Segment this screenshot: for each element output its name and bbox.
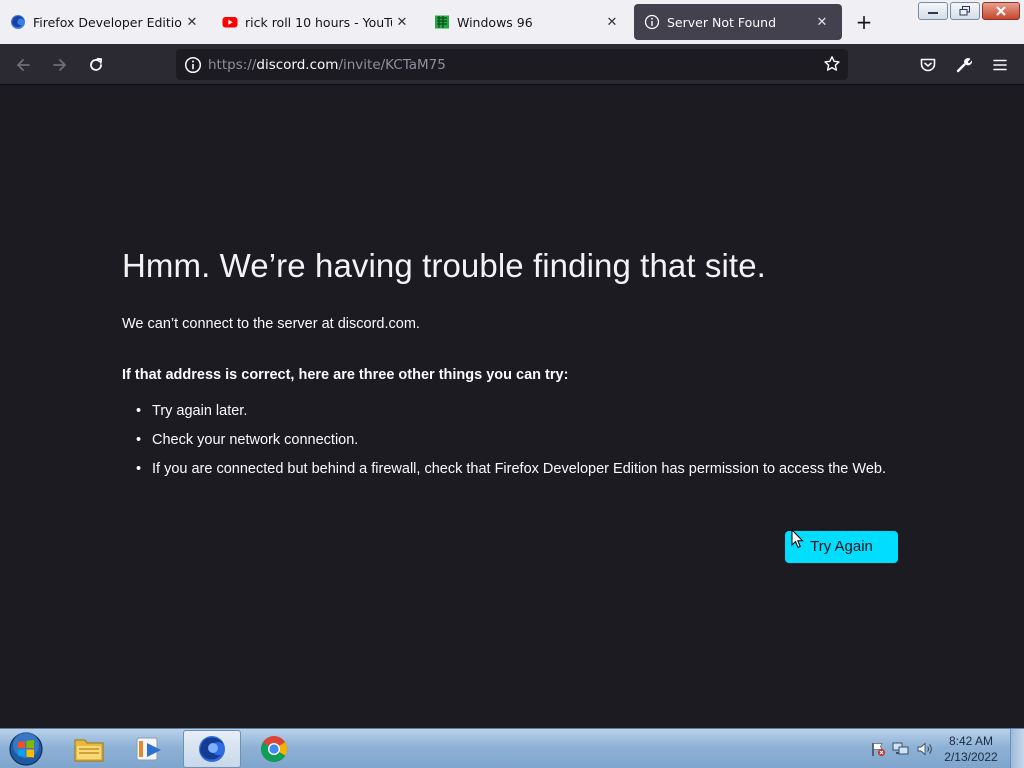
close-icon: [996, 6, 1006, 16]
arrow-right-icon: [53, 59, 66, 71]
forward-button[interactable]: [47, 52, 73, 78]
error-page: Hmm. We’re having trouble finding that s…: [0, 85, 1024, 728]
hamburger-menu-icon: [993, 59, 1007, 71]
network-icon[interactable]: [892, 741, 910, 757]
pocket-icon: [920, 58, 936, 72]
reload-button[interactable]: [83, 52, 109, 78]
taskbar-firefox[interactable]: [183, 730, 241, 768]
minimize-button[interactable]: [918, 2, 948, 20]
tab-youtube[interactable]: rick roll 10 hours - YouTube ✕: [212, 4, 422, 40]
suggestions-list: Try again later. Check your network conn…: [134, 401, 894, 488]
url-domain: discord.com: [256, 56, 339, 73]
tab-title: Windows 96: [457, 14, 533, 30]
firefox-icon: [199, 736, 225, 762]
clock-date: 2/13/2022: [944, 750, 998, 764]
suggestion-item: Check your network connection.: [134, 430, 894, 450]
back-button[interactable]: [10, 52, 36, 78]
windows-start-orb-icon: [9, 732, 43, 766]
restore-button[interactable]: [950, 2, 980, 20]
tab-close-icon[interactable]: ✕: [182, 12, 202, 32]
taskbar-chrome[interactable]: [245, 730, 303, 768]
url-path: /invite/KCTaM75: [338, 56, 446, 73]
error-description: We can’t connect to the server at discor…: [122, 316, 420, 332]
suggestion-item: If you are connected but behind a firewa…: [134, 459, 894, 479]
youtube-icon: [222, 14, 238, 30]
taskbar-explorer[interactable]: [60, 730, 118, 768]
tab-server-not-found[interactable]: Server Not Found ✕: [634, 4, 842, 40]
restore-icon: [959, 6, 970, 16]
clock[interactable]: 8:42 AM 2/13/2022: [940, 733, 1002, 765]
windows96-icon: [434, 14, 450, 30]
new-tab-icon[interactable]: +: [852, 11, 876, 35]
error-title: Hmm. We’re having trouble finding that s…: [122, 247, 766, 284]
url-prefix: https://: [208, 56, 257, 73]
suggestions-heading: If that address is correct, here are thr…: [122, 367, 569, 383]
suggestion-item: Try again later.: [134, 401, 894, 421]
tab-close-icon[interactable]: ✕: [602, 12, 622, 32]
url-text[interactable]: https://discord.com/invite/KCTaM75: [208, 57, 446, 73]
tab-windows-96[interactable]: Windows 96 ✕: [424, 4, 632, 40]
explorer-icon: [74, 739, 104, 762]
taskbar: 8:42 AM 2/13/2022: [0, 728, 1024, 768]
tab-strip: Firefox Developer Edition ✕ rick roll 10…: [0, 0, 1024, 44]
address-bar[interactable]: https://discord.com/invite/KCTaM75: [176, 49, 848, 80]
action-center-flag-icon[interactable]: [870, 741, 886, 757]
site-info-icon[interactable]: [178, 56, 208, 74]
chrome-icon: [261, 736, 287, 763]
media-player-icon: [136, 737, 161, 761]
firefox-icon: [10, 14, 26, 30]
pocket-button[interactable]: [915, 52, 941, 78]
tab-firefox-developer-edition[interactable]: Firefox Developer Edition ✕: [0, 4, 212, 40]
tab-title: Server Not Found: [667, 14, 777, 30]
info-icon: [644, 14, 660, 30]
taskbar-media-player[interactable]: [120, 730, 178, 768]
minimize-icon: [928, 12, 938, 14]
close-window-button[interactable]: [982, 2, 1020, 20]
menu-button[interactable]: [987, 52, 1013, 78]
tab-close-icon[interactable]: ✕: [812, 12, 832, 32]
bookmark-star-icon[interactable]: [822, 54, 842, 74]
tab-close-icon[interactable]: ✕: [392, 12, 412, 32]
arrow-left-icon: [17, 59, 30, 71]
navigation-toolbar: https://discord.com/invite/KCTaM75: [0, 44, 1024, 85]
tab-title: rick roll 10 hours - YouTube: [245, 14, 392, 30]
window-controls: [918, 2, 1020, 20]
clock-time: 8:42 AM: [948, 734, 994, 748]
system-tray: 8:42 AM 2/13/2022: [870, 729, 1002, 768]
reload-icon: [90, 57, 103, 71]
tab-title: Firefox Developer Edition: [33, 14, 182, 30]
developer-tools-button[interactable]: [951, 52, 977, 78]
wrench-icon: [956, 58, 973, 73]
start-button[interactable]: [6, 730, 46, 768]
volume-icon[interactable]: [916, 741, 934, 757]
mouse-cursor-icon: [791, 529, 804, 549]
show-desktop-button[interactable]: [1010, 729, 1024, 768]
